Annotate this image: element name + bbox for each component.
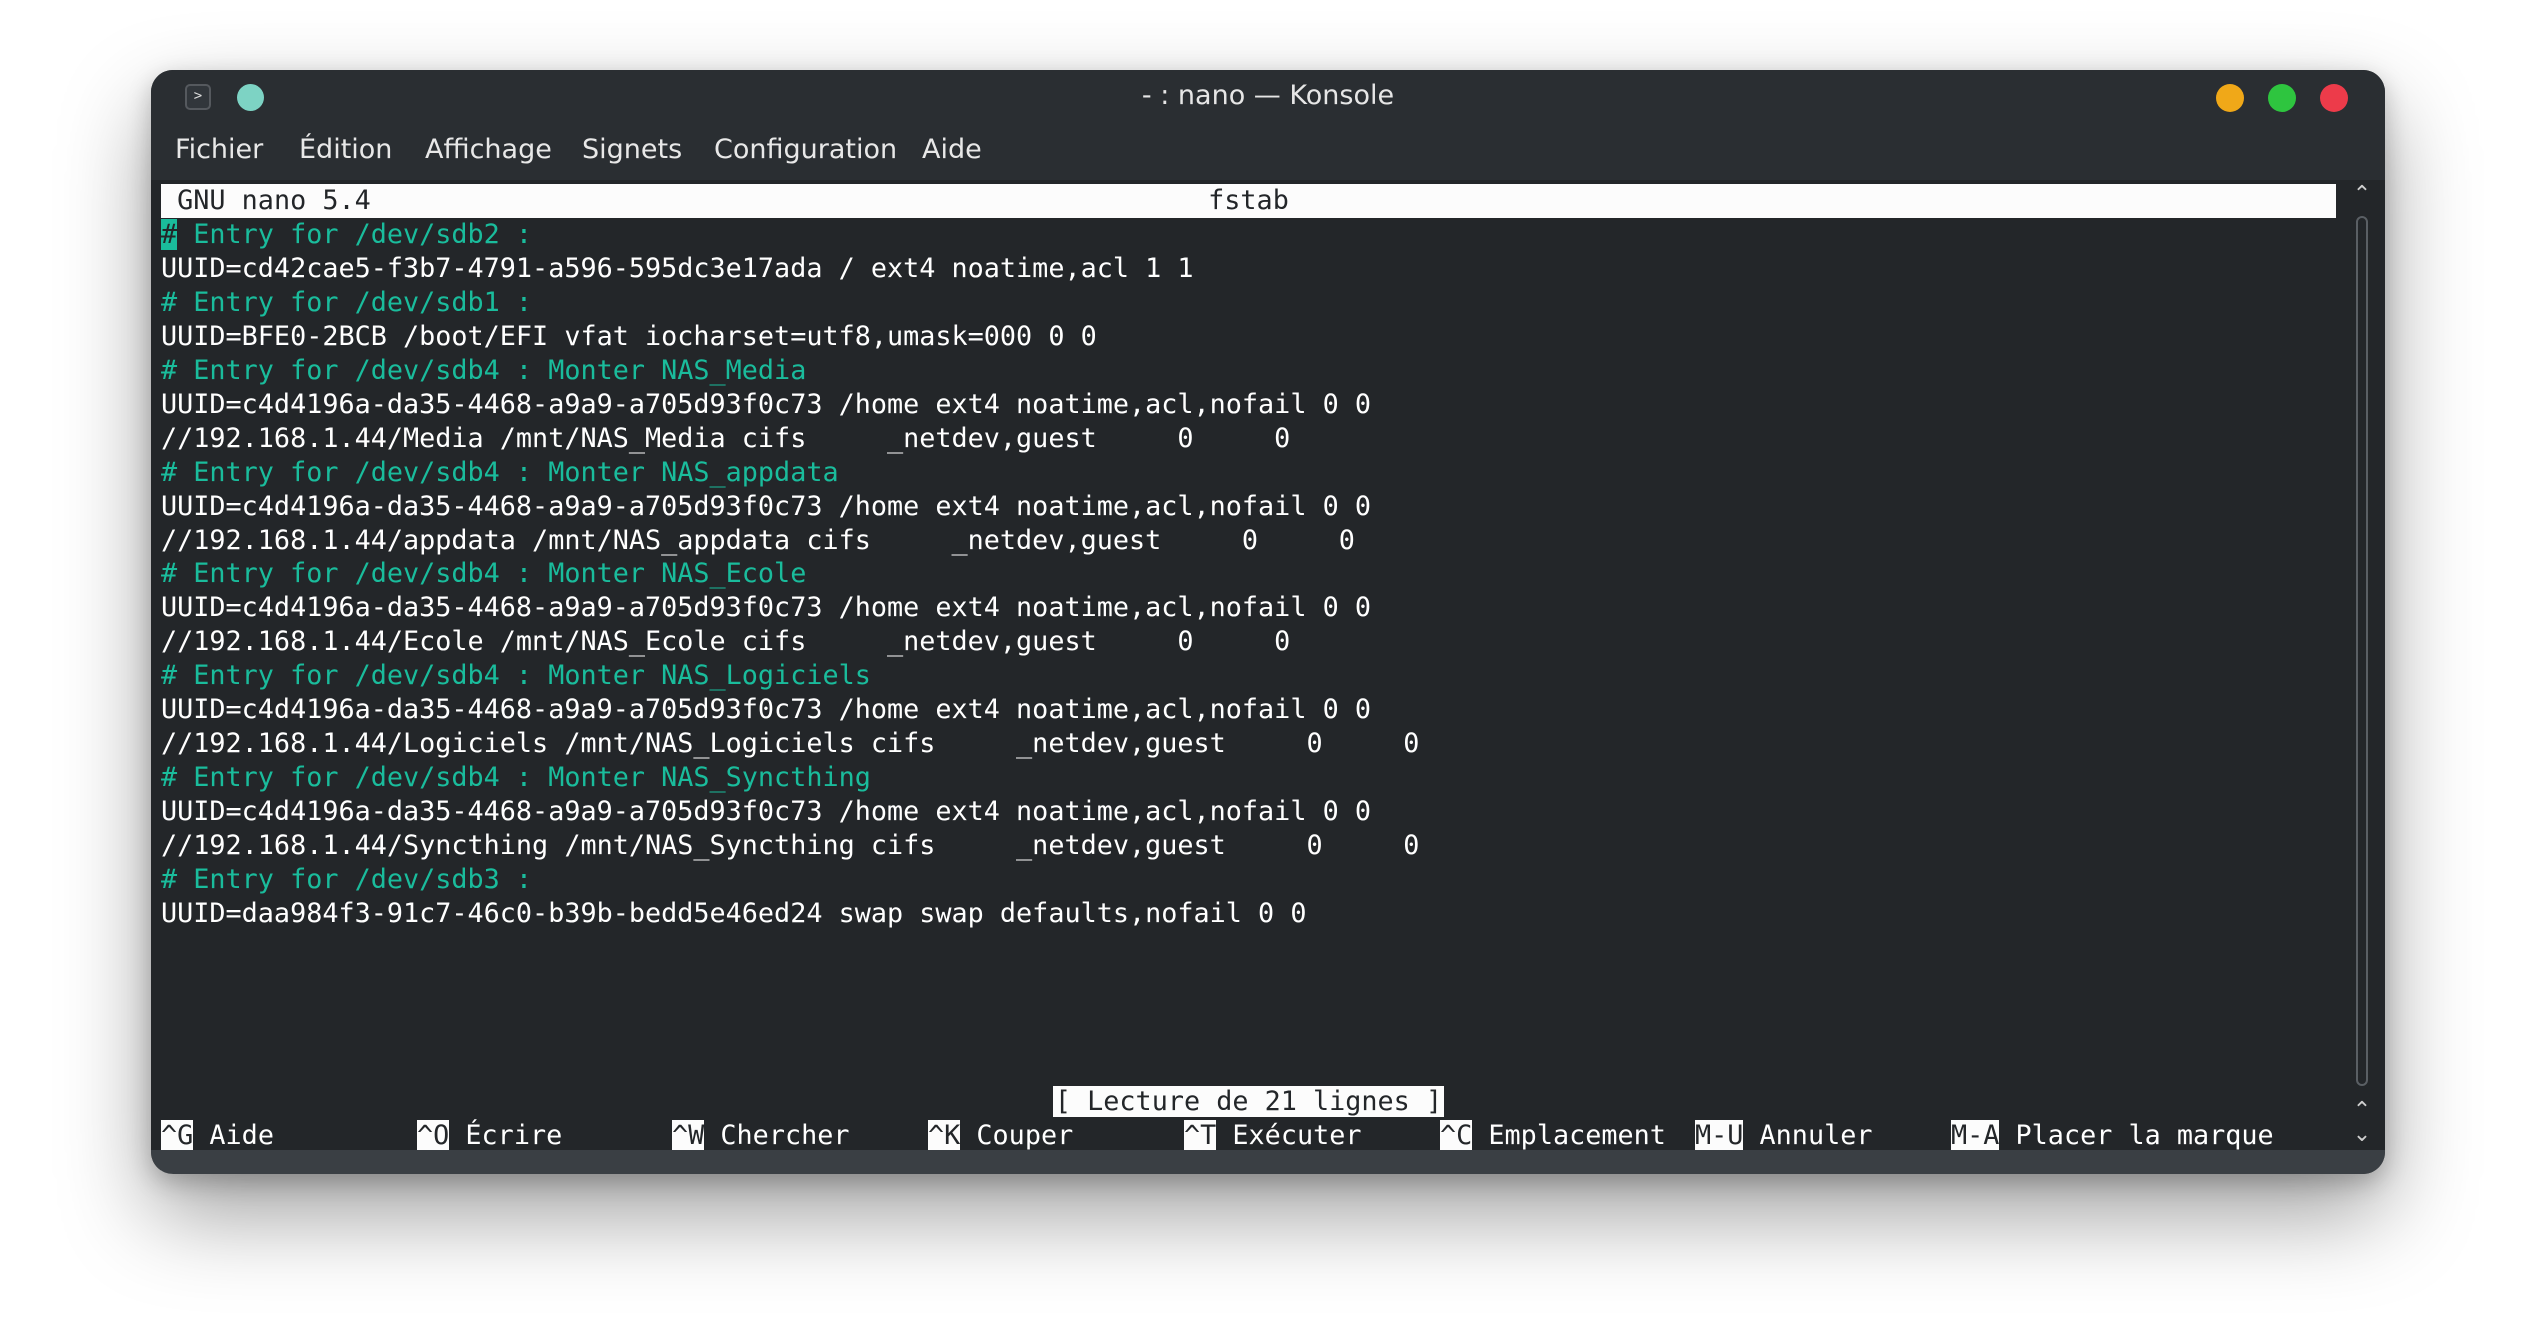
shortcut-item[interactable]: M-A Placer la marque (1951, 1119, 2274, 1153)
shortcut-key: M-U (1695, 1120, 1744, 1151)
comment-line: # Entry for /dev/sdb3 : (161, 864, 533, 895)
fstab-entry-line: UUID=BFE0-2BCB /boot/EFI vfat iocharset=… (161, 321, 1097, 352)
shortcut-item[interactable]: M-U Annuler (1695, 1119, 1872, 1153)
bottom-border (151, 1150, 2385, 1174)
fstab-entry-line: UUID=c4d4196a-da35-4468-a9a9-a705d93f0c7… (161, 796, 1371, 827)
fstab-entry-line: //192.168.1.44/Media /mnt/NAS_Media cifs… (161, 423, 1291, 454)
shortcut-item[interactable]: ^K Couper (928, 1119, 1073, 1153)
shortcut-item[interactable]: ^C Emplacement (1440, 1119, 1666, 1153)
fstab-entry-line: UUID=c4d4196a-da35-4468-a9a9-a705d93f0c7… (161, 389, 1371, 420)
shortcut-key: M-A (1951, 1120, 2000, 1151)
shortcut-key: ^T (1184, 1120, 1217, 1151)
shortcut-item[interactable]: ^W Chercher (672, 1119, 849, 1153)
menu-bar: Fichier Édition Affichage Signets Config… (151, 122, 2385, 180)
close-button[interactable] (2320, 84, 2348, 112)
fstab-entry-line: UUID=c4d4196a-da35-4468-a9a9-a705d93f0c7… (161, 694, 1371, 725)
minimize-button[interactable] (2216, 84, 2244, 112)
menu-fichier[interactable]: Fichier (175, 134, 263, 165)
menu-edition[interactable]: Édition (299, 134, 392, 165)
shortcut-label: Écrire (449, 1120, 563, 1151)
shortcut-key: ^O (417, 1120, 450, 1151)
scrollbar[interactable]: ⌃ ⌃ ⌄ (2347, 182, 2377, 1162)
menu-signets[interactable]: Signets (582, 134, 682, 165)
shortcut-item[interactable]: ^G Aide (161, 1119, 274, 1153)
nano-title-bar: GNU nano 5.4 fstab (161, 184, 2336, 218)
shortcut-item[interactable]: ^O Écrire (417, 1119, 562, 1153)
shortcut-key: ^K (928, 1120, 961, 1151)
fstab-entry-line: UUID=daa984f3-91c7-46c0-b39b-bedd5e46ed2… (161, 898, 1307, 929)
fstab-entry-line: //192.168.1.44/Syncthing /mnt/NAS_Syncth… (161, 830, 1420, 861)
shortcut-label: Exécuter (1216, 1120, 1362, 1151)
window-title: - : nano — Konsole (1141, 80, 1395, 111)
scroll-up-icon[interactable]: ⌃ (2350, 184, 2374, 206)
fstab-entry-line: //192.168.1.44/appdata /mnt/NAS_appdata … (161, 525, 1355, 556)
scroll-down-icon[interactable]: ⌄ (2350, 1124, 2374, 1146)
scrollbar-track[interactable] (2356, 216, 2368, 1086)
scroll-page-up-icon[interactable]: ⌃ (2350, 1100, 2374, 1122)
terminal-area[interactable]: GNU nano 5.4 fstab # Entry for /dev/sdb2… (161, 184, 2336, 1174)
fstab-entry-line: UUID=c4d4196a-da35-4468-a9a9-a705d93f0c7… (161, 491, 1371, 522)
shortcut-label: Placer la marque (1999, 1120, 2274, 1151)
title-bar[interactable]: > - : nano — Konsole (151, 70, 2385, 122)
menu-affichage[interactable]: Affichage (425, 134, 552, 165)
menu-configuration[interactable]: Configuration (714, 134, 897, 165)
status-message: [ Lecture de 21 lignes ] (1052, 1086, 1445, 1117)
shortcut-key: ^C (1440, 1120, 1473, 1151)
text-cursor: # (161, 219, 178, 250)
comment-line: # Entry for /dev/sdb4 : Monter NAS_Media (161, 355, 807, 386)
nano-filename: fstab (1208, 185, 1289, 216)
shortcut-label: Couper (960, 1120, 1074, 1151)
shortcut-label: Aide (193, 1120, 274, 1151)
comment-line: # Entry for /dev/sdb2 : (161, 219, 533, 250)
fstab-entry-line: //192.168.1.44/Ecole /mnt/NAS_Ecole cifs… (161, 626, 1291, 657)
menu-aide[interactable]: Aide (922, 134, 982, 165)
comment-line: # Entry for /dev/sdb1 : (161, 287, 533, 318)
fstab-entry-line: UUID=c4d4196a-da35-4468-a9a9-a705d93f0c7… (161, 592, 1371, 623)
shortcut-label: Emplacement (1472, 1120, 1666, 1151)
fstab-entry-line: UUID=cd42cae5-f3b7-4791-a596-595dc3e17ad… (161, 253, 1194, 284)
fstab-entry-line: //192.168.1.44/Logiciels /mnt/NAS_Logici… (161, 728, 1420, 759)
shortcut-label: Annuler (1743, 1120, 1873, 1151)
comment-line: # Entry for /dev/sdb4 : Monter NAS_Logic… (161, 660, 871, 691)
shortcut-label: Chercher (704, 1120, 850, 1151)
maximize-button[interactable] (2268, 84, 2296, 112)
konsole-window: > - : nano — Konsole Fichier Édition Aff… (151, 70, 2385, 1174)
comment-line: # Entry for /dev/sdb4 : Monter NAS_appda… (161, 457, 839, 488)
shortcut-key: ^W (672, 1120, 705, 1151)
status-bar: [ Lecture de 21 lignes ] (161, 1085, 2336, 1119)
shortcut-item[interactable]: ^T Exécuter (1184, 1119, 1361, 1153)
comment-line: # Entry for /dev/sdb4 : Monter NAS_Synct… (161, 762, 871, 793)
comment-line: # Entry for /dev/sdb4 : Monter NAS_Ecole (161, 558, 807, 589)
shortcut-key: ^G (161, 1120, 194, 1151)
